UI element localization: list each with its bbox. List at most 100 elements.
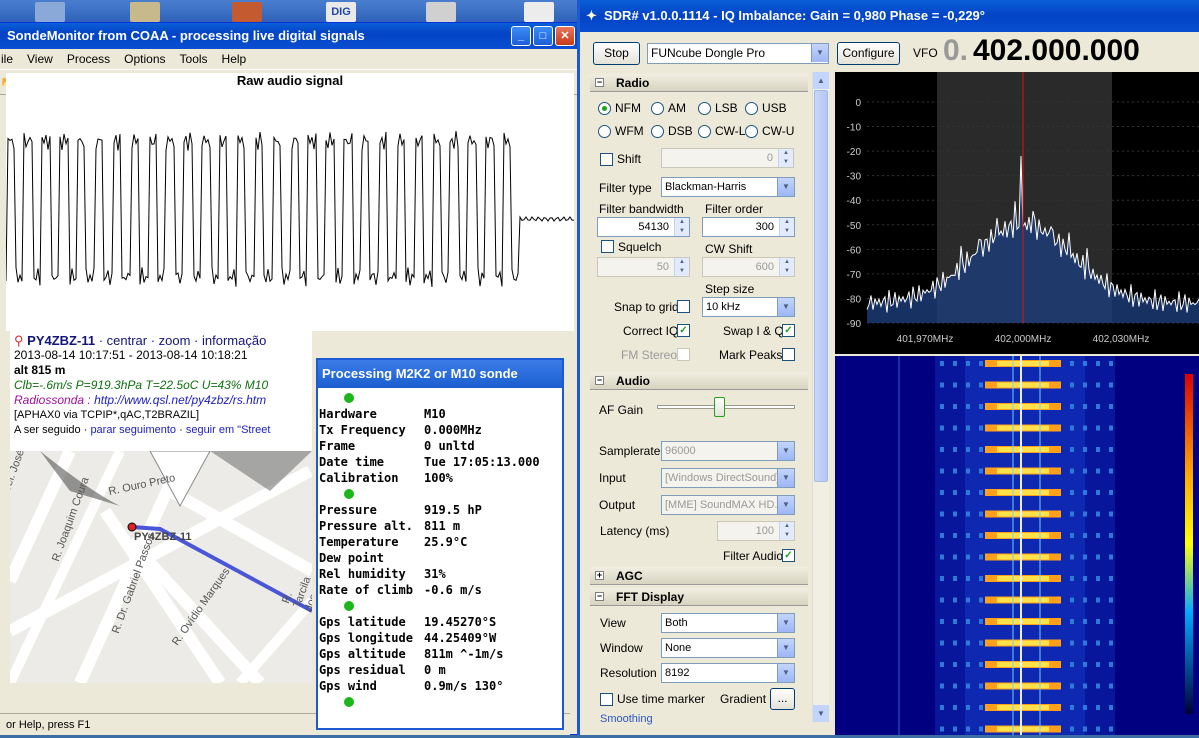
desktop-app-icon[interactable]	[35, 2, 65, 22]
proc-row-label: Pressure	[319, 503, 377, 517]
gradient-label: Gradient	[720, 692, 767, 706]
chevron-down-icon: ▼	[777, 614, 794, 632]
proc-row: Temperature 25.9°C	[318, 534, 562, 550]
radio-header-label: Radio	[616, 76, 650, 90]
mode-radio-am[interactable]	[651, 102, 664, 115]
menu-tools[interactable]: Tools	[180, 52, 208, 66]
shift-spinner[interactable]: 0 ▲ ▼	[661, 148, 794, 168]
squelch-spinner[interactable]: 50 ▲ ▼	[597, 257, 690, 277]
step-size-select[interactable]: 10 kHz ▼	[702, 297, 795, 317]
scroll-up-icon[interactable]: ▲	[813, 72, 829, 89]
mode-radio-nfm[interactable]	[598, 102, 611, 115]
follow-street-link[interactable]: seguir em "Street	[186, 424, 271, 436]
radiosonda-link[interactable]: http://www.qsl.net/py4zbz/rs.htm	[94, 393, 266, 407]
filter-bandwidth-spinner[interactable]: 54130 ▲ ▼	[597, 217, 690, 237]
audio-section-header[interactable]: − Audio	[590, 372, 808, 390]
device-select[interactable]: FUNcube Dongle Pro ▼	[647, 43, 829, 64]
desktop-radio-icon[interactable]	[426, 2, 456, 22]
desktop-window-icon[interactable]	[524, 2, 554, 22]
input-select[interactable]: [Windows DirectSound] ▼	[661, 468, 795, 488]
proc-row: Frame 0 unltd	[318, 438, 562, 454]
swap-iq-checkbox[interactable]: ✓	[782, 324, 795, 337]
output-select[interactable]: [MME] SoundMAX HD... ▼	[661, 495, 795, 515]
station-callsign[interactable]: PY4ZBZ-11	[27, 333, 95, 348]
scroll-thumb[interactable]	[814, 90, 828, 482]
window-select[interactable]: None ▼	[661, 638, 795, 658]
spinner-arrows-icon[interactable]: ▲ ▼	[674, 218, 689, 236]
desktop-tools-icon[interactable]	[232, 2, 262, 22]
balloon-position-icon[interactable]	[127, 522, 137, 532]
proc-row: Gps wind 0.9m/s 130°	[318, 678, 562, 694]
time-range: 2013-08-14 10:17:51 - 2013-08-14 10:18:2…	[14, 348, 248, 362]
stop-button[interactable]: Stop	[593, 42, 640, 65]
close-button[interactable]: ✕	[555, 26, 575, 46]
waterfall-display[interactable]	[835, 356, 1199, 735]
spectrum-canvas[interactable]: 0 -10 -20 -30 -40 -50 -60 -70 -80 -90 401,970MHz 40…	[835, 72, 1199, 354]
mode-radio-wfm[interactable]	[598, 125, 611, 138]
shift-checkbox[interactable]	[600, 153, 613, 166]
mode-radio-usb[interactable]	[745, 102, 758, 115]
agc-section-header[interactable]: + AGC	[590, 567, 808, 585]
spectrum-analyzer[interactable]: 0 -10 -20 -30 -40 -50 -60 -70 -80 -90 401,970MHz 40…	[835, 72, 1199, 354]
vfo-frequency[interactable]: 402.000.000	[973, 34, 1140, 68]
cw-shift-spinner[interactable]: 600 ▲ ▼	[702, 257, 795, 277]
samplerate-select[interactable]: 96000 ▼	[661, 441, 795, 461]
filter-order-spinner[interactable]: 300 ▲ ▼	[702, 217, 795, 237]
radio-section-header[interactable]: − Radio	[590, 74, 808, 92]
aprs-info-panel: ⚲ PY4ZBZ-11 · centrar · zoom · informaçã…	[10, 331, 312, 451]
gradient-button[interactable]: ...	[770, 688, 795, 710]
menu-options[interactable]: Options	[124, 52, 165, 66]
correct-iq-checkbox[interactable]: ✓	[677, 324, 690, 337]
proc-row-value: 811m ^-1m/s	[424, 647, 504, 661]
menu-view[interactable]: View	[27, 52, 53, 66]
raw-audio-panel: Raw audio signal	[5, 73, 575, 331]
mark-peaks-checkbox[interactable]	[782, 348, 795, 361]
spinner-arrows-icon[interactable]: ▲ ▼	[778, 149, 793, 167]
proc-row-value: 31%	[424, 567, 446, 581]
resolution-select[interactable]: 8192 ▼	[661, 663, 795, 683]
mode-radio-cw-u[interactable]	[745, 125, 758, 138]
waterfall-canvas[interactable]	[835, 356, 1199, 735]
mode-radio-cw-l[interactable]	[698, 125, 711, 138]
fft-section-header[interactable]: − FFT Display	[590, 588, 808, 606]
af-gain-slider-thumb[interactable]	[714, 397, 725, 417]
af-gain-slider-track[interactable]	[657, 405, 795, 409]
street-map[interactable]: PY4ZBZ-11 R. Ouro Preto Cel. José Pereir…	[10, 451, 312, 683]
desktop-icons-strip: DIG	[0, 0, 580, 24]
spinner-arrows-icon[interactable]: ▲ ▼	[779, 218, 794, 236]
spinner-arrows-icon[interactable]: ▲ ▼	[674, 258, 689, 276]
mode-radio-dsb[interactable]	[651, 125, 664, 138]
latency-value: 100	[755, 525, 774, 537]
snap-grid-checkbox[interactable]	[677, 300, 690, 313]
minimize-button[interactable]: _	[511, 26, 531, 46]
mode-label: NFM	[615, 101, 641, 115]
fm-stereo-checkbox[interactable]	[677, 348, 690, 361]
view-select[interactable]: Both ▼	[661, 613, 795, 633]
mode-radio-lsb[interactable]	[698, 102, 711, 115]
menu-file[interactable]: ile	[1, 52, 13, 66]
spinner-arrows-icon[interactable]: ▲ ▼	[779, 258, 794, 276]
vfo-label: VFO	[913, 46, 938, 60]
sdr-titlebar[interactable]: ✦ SDR# v1.0.0.1114 - IQ Imbalance: Gain …	[580, 0, 1199, 32]
squelch-checkbox[interactable]	[601, 240, 614, 253]
configure-button[interactable]: Configure	[837, 42, 900, 65]
maximize-button[interactable]: □	[533, 26, 553, 46]
panel-scrollbar[interactable]: ▲ ▼	[812, 72, 829, 722]
scroll-down-icon[interactable]: ▼	[813, 705, 829, 722]
stop-follow-link[interactable]: parar seguimento	[90, 424, 176, 436]
smoothing-label: Smoothing	[600, 713, 653, 725]
sondemonitor-titlebar[interactable]: SondeMonitor from COAA - processing live…	[0, 23, 577, 49]
output-value: [MME] SoundMAX HD...	[665, 499, 784, 511]
menu-help[interactable]: Help	[222, 52, 247, 66]
processing-title[interactable]: Processing M2K2 or M10 sonde	[318, 360, 562, 388]
processing-panel: Processing M2K2 or M10 sonde Hardware M10…	[316, 358, 564, 730]
time-marker-checkbox[interactable]	[600, 693, 613, 706]
desktop-dig-icon[interactable]: DIG	[326, 2, 356, 22]
desktop-notepad-icon[interactable]	[130, 2, 160, 22]
filter-audio-checkbox[interactable]: ✓	[782, 549, 795, 562]
menu-process[interactable]: Process	[67, 52, 110, 66]
latency-spinner[interactable]: 100 ▲ ▼	[717, 521, 795, 541]
station-links[interactable]: · centrar · zoom · informação	[99, 333, 267, 348]
spinner-arrows-icon[interactable]: ▲ ▼	[779, 522, 794, 540]
filter-type-select[interactable]: Blackman-Harris ▼	[661, 177, 795, 197]
